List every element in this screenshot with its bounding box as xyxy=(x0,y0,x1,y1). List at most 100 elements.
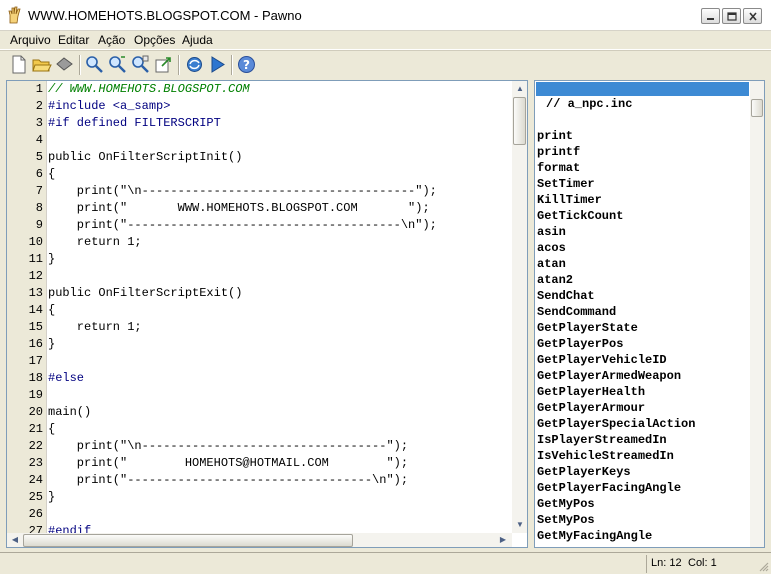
code-line[interactable]: #else xyxy=(48,370,84,387)
function-list-item[interactable]: GetPlayerFacingAngle xyxy=(537,480,681,496)
code-line[interactable]: } xyxy=(48,336,55,353)
code-line[interactable]: print(" HOMEHOTS@HOTMAIL.COM "); xyxy=(48,455,408,472)
minimize-button[interactable] xyxy=(701,8,720,24)
menu-opcoes[interactable]: Opções xyxy=(134,31,175,50)
function-list-item[interactable]: SetMyPos xyxy=(537,512,595,528)
code-line[interactable]: public OnFilterScriptInit() xyxy=(48,149,242,166)
code-line[interactable]: return 1; xyxy=(48,234,142,251)
line-number: 18 xyxy=(28,371,43,385)
replace-button[interactable] xyxy=(130,54,151,75)
function-list-item[interactable]: IsPlayerStreamedIn xyxy=(537,432,667,448)
function-list-item[interactable]: IsVehicleStreamedIn xyxy=(537,448,674,464)
scroll-right-arrow-icon[interactable]: ▶ xyxy=(496,533,510,547)
function-list-item[interactable]: GetPlayerSpecialAction xyxy=(537,416,695,432)
menu-arquivo[interactable]: Arquivo xyxy=(10,31,51,50)
line-number: 22 xyxy=(28,439,43,453)
goto-button[interactable] xyxy=(153,54,174,75)
minimize-icon xyxy=(707,18,714,20)
function-list-item[interactable]: asin xyxy=(537,224,566,240)
menu-ajuda[interactable]: Ajuda xyxy=(182,31,213,50)
function-list-item[interactable]: GetMyPos xyxy=(537,496,595,512)
function-list-item[interactable]: atan xyxy=(537,256,566,272)
function-list-item[interactable]: printf xyxy=(537,144,580,160)
run-button[interactable] xyxy=(207,54,228,75)
close-button[interactable] xyxy=(743,8,762,24)
function-list-item[interactable]: GetPlayerArmedWeapon xyxy=(537,368,681,384)
maximize-icon xyxy=(727,12,737,21)
code-line[interactable]: } xyxy=(48,251,55,268)
function-list-scroll-thumb[interactable] xyxy=(751,99,763,117)
code-line[interactable]: #if defined FILTERSCRIPT xyxy=(48,115,221,132)
function-list-item[interactable]: GetPlayerArmour xyxy=(537,400,645,416)
resize-grip-icon[interactable] xyxy=(757,560,769,572)
function-list-item[interactable]: print xyxy=(537,128,573,144)
code-line[interactable]: #include <a_samp> xyxy=(48,98,170,115)
maximize-button[interactable] xyxy=(722,8,741,24)
code-line[interactable]: print(" WWW.HOMEHOTS.BLOGSPOT.COM "); xyxy=(48,200,430,217)
code-line[interactable]: { xyxy=(48,421,55,438)
status-bar: Ln: 12 Col: 1 xyxy=(0,552,771,574)
goto-icon xyxy=(155,57,171,73)
code-line[interactable]: // WWW.HOMEHOTS.BLOGSPOT.COM xyxy=(48,81,250,98)
line-number: 10 xyxy=(28,235,43,249)
window-title: WWW.HOMEHOTS.BLOGSPOT.COM - Pawno xyxy=(28,8,302,23)
code-line[interactable]: main() xyxy=(48,404,91,421)
save-disk-icon xyxy=(56,57,73,71)
code-line[interactable]: public OnFilterScriptExit() xyxy=(48,285,242,302)
editor-vscroll-thumb[interactable] xyxy=(513,97,526,145)
function-list-header-selection[interactable] xyxy=(536,82,749,96)
function-list-item[interactable]: GetPlayerPos xyxy=(537,336,623,352)
function-list-item[interactable]: GetPlayerVehicleID xyxy=(537,352,667,368)
function-list-item[interactable]: acos xyxy=(537,240,566,256)
code-text-area[interactable]: // WWW.HOMEHOTS.BLOGSPOT.COM #include <a_… xyxy=(48,81,512,533)
code-editor[interactable]: 1 2 3 4 5 6 7 8 9 10 11 12 13 14 15 16 17 18 19 20 21 22 23 24 2… xyxy=(6,80,528,548)
code-line[interactable]: { xyxy=(48,166,55,183)
code-line[interactable]: print("---------------------------------… xyxy=(48,217,437,234)
function-list-item[interactable]: SendChat xyxy=(537,288,595,304)
function-list-item[interactable]: GetPlayerState xyxy=(537,320,638,336)
find-button[interactable] xyxy=(84,54,105,75)
code-line[interactable]: print("\n-------------------------------… xyxy=(48,438,408,455)
title-bar[interactable]: WWW.HOMEHOTS.BLOGSPOT.COM - Pawno xyxy=(0,0,771,31)
function-list-item[interactable]: GetMyFacingAngle xyxy=(537,528,652,544)
help-button[interactable]: ? xyxy=(236,54,257,75)
new-file-icon xyxy=(12,55,26,74)
compile-button[interactable] xyxy=(184,54,205,75)
line-number-gutter: 1 2 3 4 5 6 7 8 9 10 11 12 13 14 15 16 17 18 19 20 21 22 23 24 2… xyxy=(7,81,47,538)
code-line[interactable]: print("\n-------------------------------… xyxy=(48,183,437,200)
function-list-item[interactable]: SendCommand xyxy=(537,304,616,320)
function-list-panel[interactable]: // a_npc.inc print printf format SetTimer Ki… xyxy=(534,80,765,548)
function-list-item[interactable]: KillTimer xyxy=(537,192,602,208)
function-list-item[interactable]: SetTimer xyxy=(537,176,595,192)
menu-acao[interactable]: Ação xyxy=(98,31,125,50)
new-file-button[interactable] xyxy=(8,54,29,75)
scroll-up-arrow-icon[interactable]: ▲ xyxy=(513,82,527,96)
editor-horizontal-scrollbar[interactable]: ◀ ▶ xyxy=(7,533,512,547)
editor-hscroll-thumb[interactable] xyxy=(23,534,353,547)
code-line[interactable]: } xyxy=(48,489,55,506)
line-number: 17 xyxy=(28,354,43,368)
function-list-item[interactable]: GetPlayerKeys xyxy=(537,464,631,480)
find-next-button[interactable] xyxy=(107,54,128,75)
line-number: 24 xyxy=(28,473,43,487)
save-button[interactable] xyxy=(54,54,75,75)
find-icon xyxy=(86,56,103,73)
editor-vertical-scrollbar[interactable]: ▲ ▼ xyxy=(512,81,527,533)
function-list-item[interactable]: GetPlayerHealth xyxy=(537,384,645,400)
function-list-item[interactable]: format xyxy=(537,160,580,176)
line-number: 6 xyxy=(35,167,43,181)
scroll-down-arrow-icon[interactable]: ▼ xyxy=(513,518,527,532)
scroll-left-arrow-icon[interactable]: ◀ xyxy=(8,533,22,547)
line-number: 8 xyxy=(35,201,43,215)
function-list-scrollbar[interactable] xyxy=(750,81,764,547)
code-line[interactable]: #endif xyxy=(48,523,91,533)
open-file-button[interactable] xyxy=(31,54,52,75)
function-list-item[interactable]: atan2 xyxy=(537,272,573,288)
code-line[interactable]: { xyxy=(48,302,55,319)
function-list-item[interactable]: GetTickCount xyxy=(537,208,623,224)
code-line[interactable]: print("---------------------------------… xyxy=(48,472,408,489)
code-line[interactable]: return 1; xyxy=(48,319,142,336)
function-list-include-title: // a_npc.inc xyxy=(546,97,633,111)
compile-icon xyxy=(187,57,202,72)
menu-editar[interactable]: Editar xyxy=(58,31,89,50)
